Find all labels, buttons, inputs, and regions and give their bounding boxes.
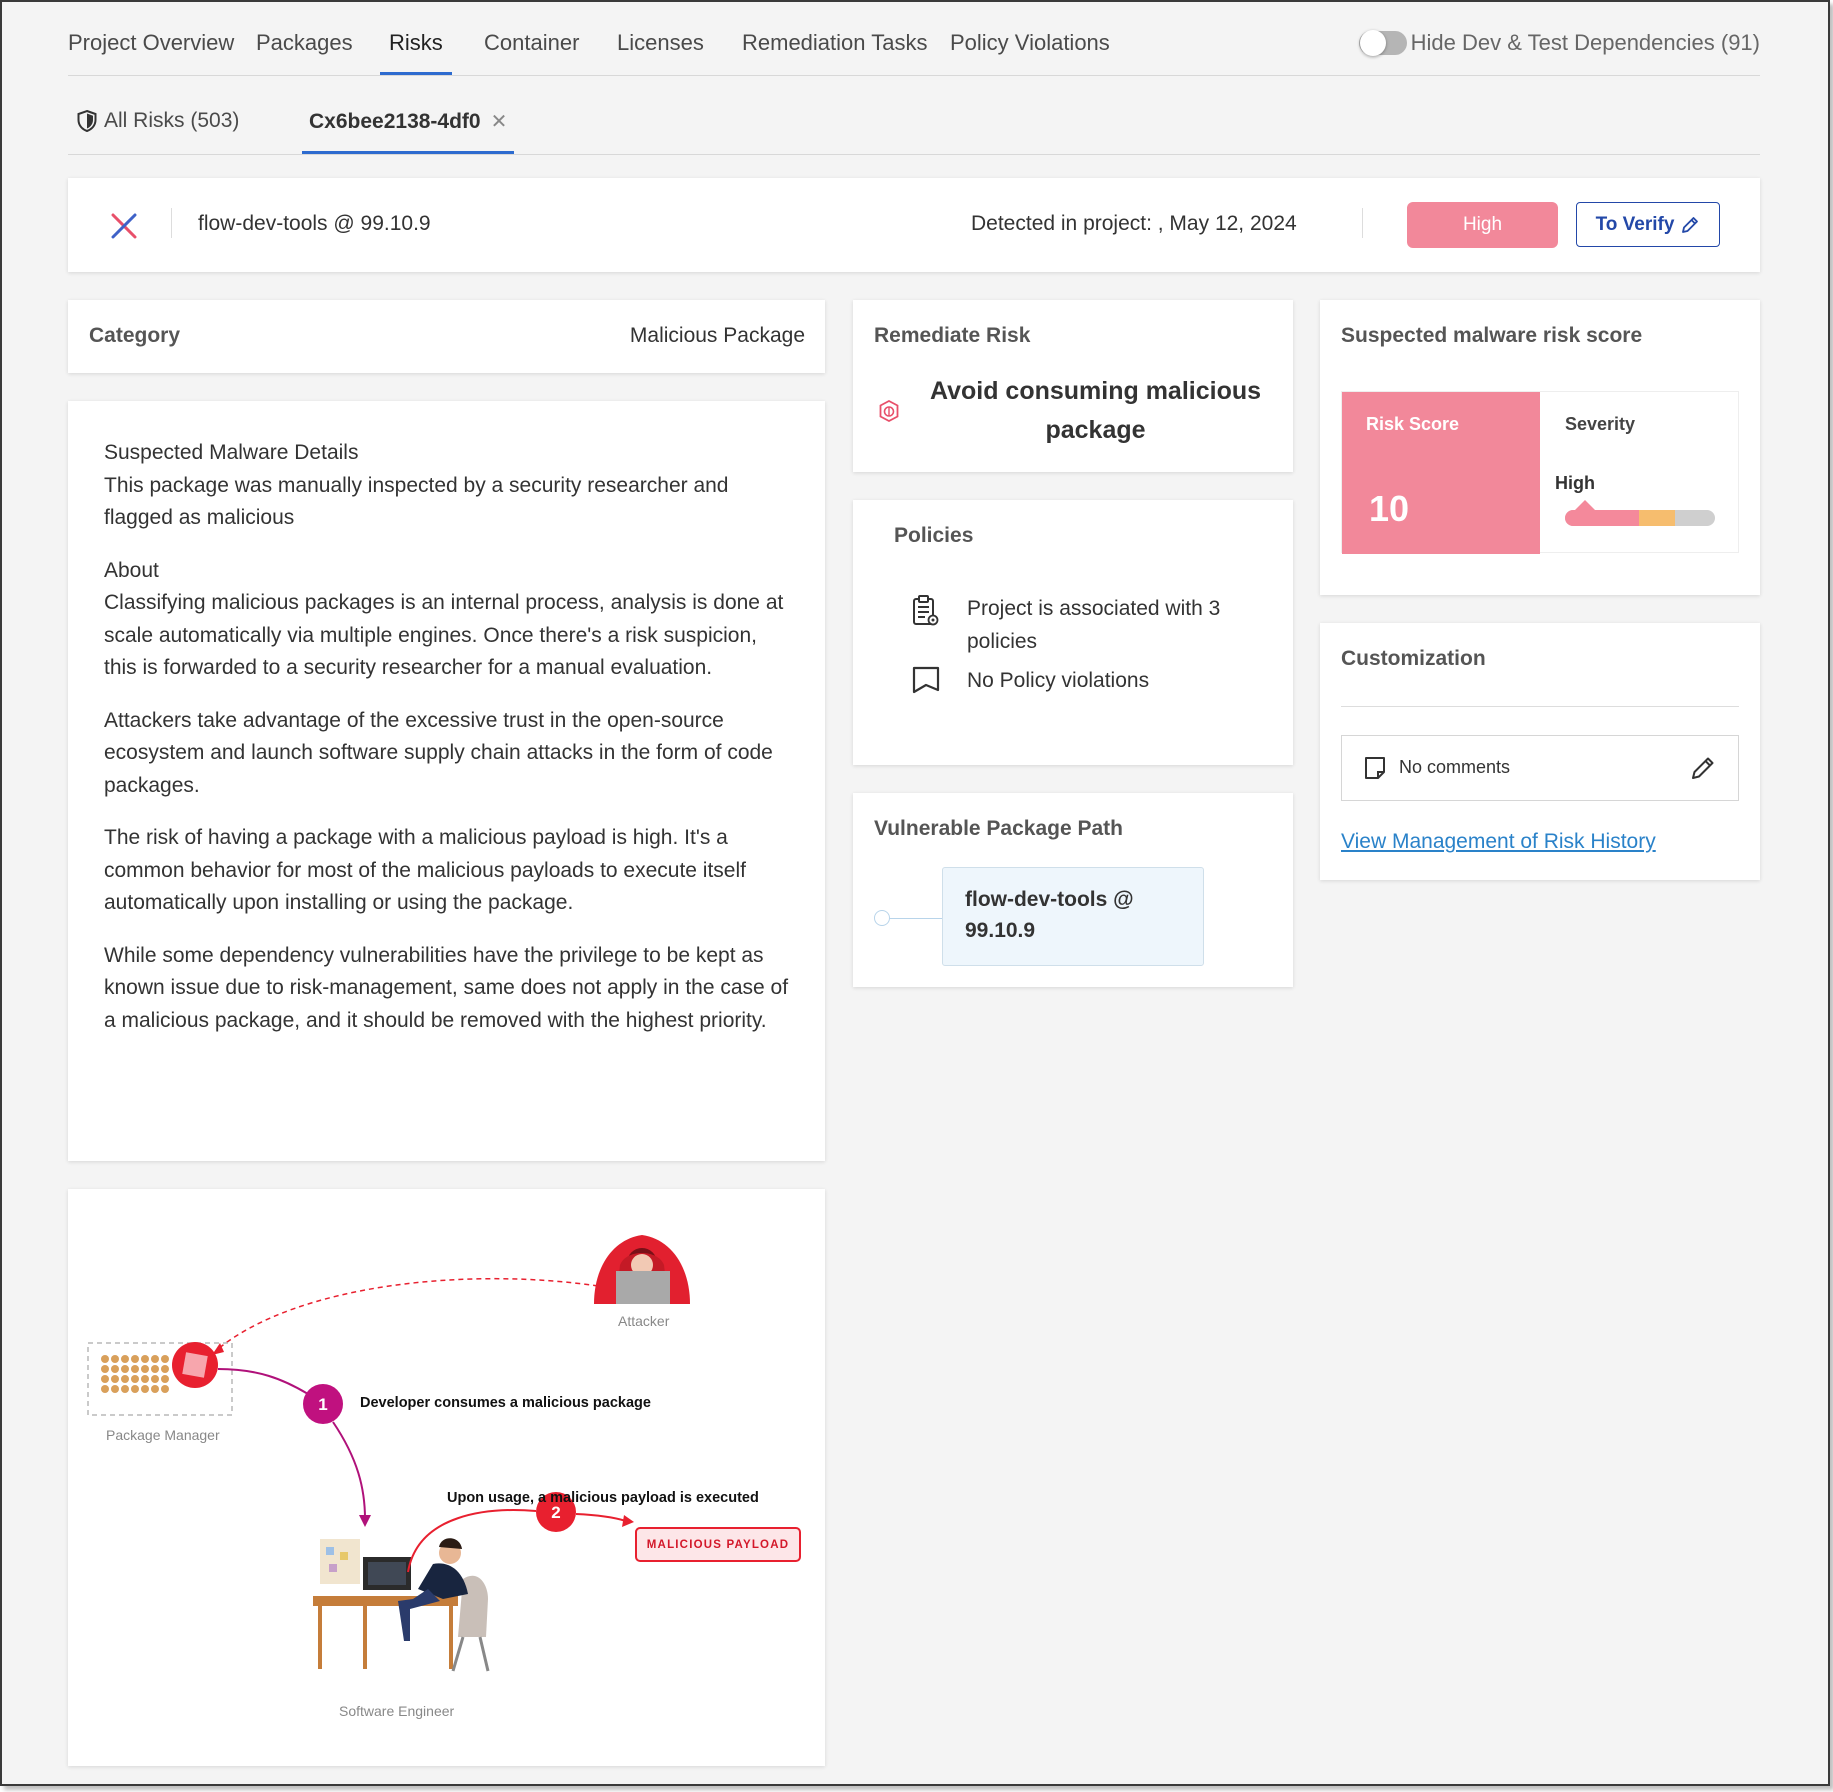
about-title: About xyxy=(104,558,159,582)
tab-risks[interactable]: Risks xyxy=(380,30,452,75)
policies-associated-text: Project is associated with 3 policies xyxy=(967,597,1221,653)
risk-header-card: flow-dev-tools @ 99.10.9 Detected in pro… xyxy=(68,178,1760,272)
description-card: Suspected Malware Details This package w… xyxy=(68,401,825,1161)
policies-associated-row: Project is associated with 3 policies xyxy=(911,592,1257,658)
tab-packages[interactable]: Packages xyxy=(256,30,353,56)
tab-project-overview[interactable]: Project Overview xyxy=(68,30,234,56)
about-paragraph: The risk of having a package with a mali… xyxy=(104,826,746,914)
state-button[interactable]: To Verify xyxy=(1576,202,1720,247)
risk-score-label: Risk Score xyxy=(1366,414,1460,434)
remediate-card: Remediate Risk Avoid consuming malicious… xyxy=(853,300,1293,472)
malware-illustration-card: 1 2 Attacker Package Manager Software En… xyxy=(68,1189,825,1766)
malicious-x-icon xyxy=(111,213,137,239)
tab-all-risks-label: All Risks (503) xyxy=(104,109,240,132)
remediate-text: Avoid consuming malicious package xyxy=(929,377,1262,444)
note-icon xyxy=(1365,757,1385,779)
package-name: flow-dev-tools @ 99.10.9 xyxy=(198,212,431,235)
step1-number: 1 xyxy=(318,1395,327,1414)
risk-score-title: Suspected malware risk score xyxy=(1341,324,1643,347)
flag-icon xyxy=(912,666,940,694)
policies-title: Policies xyxy=(894,524,974,547)
severity-button[interactable]: High xyxy=(1407,202,1558,248)
category-value: Malicious Package xyxy=(629,324,805,347)
policies-card: Policies Project is associated with 3 po… xyxy=(853,500,1293,765)
tab-remediation-tasks[interactable]: Remediation Tasks xyxy=(742,30,927,56)
path-root-dot xyxy=(874,910,890,926)
comments-box: No comments xyxy=(1341,735,1739,801)
risk-score-value: 10 xyxy=(1369,488,1410,529)
bug-shield-icon xyxy=(879,399,899,423)
score-panel: Risk Score 10 Severity High xyxy=(1341,391,1739,554)
tab-current-risk-label: Cx6bee2138-4df0 xyxy=(309,109,481,133)
package-grid-icon xyxy=(101,1355,169,1393)
severity-label: Severity xyxy=(1565,414,1636,434)
details-title: Suspected Malware Details xyxy=(104,441,359,464)
about-paragraph: While some dependency vulnerabilities ha… xyxy=(104,943,789,1032)
about-paragraph: Attackers take advantage of the excessiv… xyxy=(104,708,773,797)
attacker-caption: Attacker xyxy=(618,1313,670,1329)
about-paragraph: Classifying malicious packages is an int… xyxy=(104,591,784,679)
pencil-icon xyxy=(1682,216,1699,233)
risk-history-link[interactable]: View Management of Risk History xyxy=(1341,830,1656,854)
hide-dev-toggle-group: Hide Dev & Test Dependencies (91) xyxy=(1358,30,1760,56)
tab-policy-violations[interactable]: Policy Violations xyxy=(950,30,1110,56)
package-path-card: Vulnerable Package Path flow-dev-tools @… xyxy=(853,793,1293,987)
package-path-title: Vulnerable Package Path xyxy=(874,817,1123,840)
remediate-title: Remediate Risk xyxy=(874,324,1031,347)
detected-date: Detected in project: , May 12, 2024 xyxy=(971,212,1297,235)
hide-dev-toggle[interactable] xyxy=(1358,30,1407,56)
package-manager-caption: Package Manager xyxy=(106,1427,220,1443)
edit-pencil-icon[interactable] xyxy=(1690,755,1716,781)
path-node[interactable]: flow-dev-tools @ 99.10.9 xyxy=(942,867,1204,966)
customization-card: Customization No comments View Managemen… xyxy=(1320,623,1760,880)
customization-title: Customization xyxy=(1341,647,1486,670)
details-summary: This package was manually inspected by a… xyxy=(104,473,729,530)
tab-container[interactable]: Container xyxy=(484,30,579,56)
category-card: Category Malicious Package xyxy=(68,300,825,373)
tab-all-risks[interactable]: All Risks (503) xyxy=(76,109,239,133)
close-icon[interactable]: ✕ xyxy=(491,109,508,134)
policy-violations-row: No Policy violations xyxy=(911,664,1149,697)
malicious-payload-badge: MALICIOUS PAYLOAD xyxy=(635,1527,801,1562)
tab-licenses[interactable]: Licenses xyxy=(617,30,704,56)
severity-bar xyxy=(1565,510,1715,526)
clipboard-gear-icon xyxy=(913,595,939,626)
hide-dev-toggle-label: Hide Dev & Test Dependencies (91) xyxy=(1410,30,1760,55)
engineer-caption: Software Engineer xyxy=(339,1703,455,1719)
risk-subtabs: All Risks (503) Cx6bee2138-4df0 ✕ xyxy=(68,76,1760,155)
shield-icon xyxy=(77,109,97,133)
top-nav: Project Overview Packages Risks Containe… xyxy=(68,2,1760,76)
severity-value: High xyxy=(1555,473,1595,493)
tab-current-risk[interactable]: Cx6bee2138-4df0 ✕ xyxy=(302,109,515,154)
policy-violations-text: No Policy violations xyxy=(967,669,1150,692)
risk-score-card: Suspected malware risk score Risk Score … xyxy=(1320,300,1760,595)
malware-flow-diagram: 1 2 xyxy=(87,1235,690,1672)
risk-score-box: Risk Score 10 xyxy=(1342,392,1540,554)
software-engineer-icon xyxy=(313,1538,490,1672)
step2-text: Upon usage, a malicious payload is execu… xyxy=(447,1490,759,1506)
comments-text: No comments xyxy=(1399,757,1511,777)
attacker-icon xyxy=(594,1235,690,1304)
severity-marker xyxy=(1575,500,1595,510)
state-button-label: To Verify xyxy=(1595,213,1675,235)
category-title: Category xyxy=(89,324,181,347)
step1-text: Developer consumes a malicious package xyxy=(360,1395,651,1411)
app-window: Project Overview Packages Risks Containe… xyxy=(0,0,1830,1786)
